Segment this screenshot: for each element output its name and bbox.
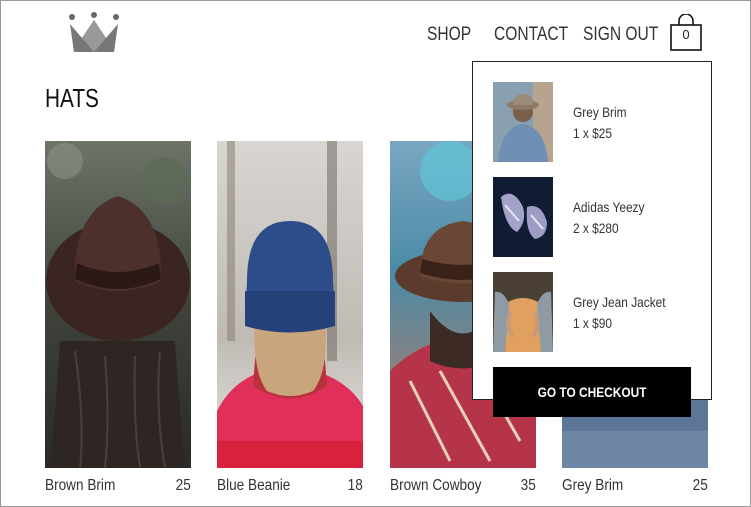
product-name: Blue Beanie (217, 477, 291, 494)
page-title: HATS (45, 83, 99, 113)
product-price: 18 (347, 477, 363, 494)
cart-item-name: Grey Brim (573, 104, 627, 120)
product-name: Grey Brim (562, 477, 624, 494)
checkout-button-label: GO TO CHECKOUT (537, 384, 647, 400)
cart-item-image (493, 177, 553, 257)
nav-contact-link[interactable]: CONTACT (494, 24, 568, 46)
cart-count-badge: 0 (682, 27, 690, 42)
product-price: 35 (520, 477, 536, 494)
product-name: Brown Brim (45, 477, 116, 494)
product-card[interactable]: Blue Beanie 18 (217, 141, 363, 494)
cart-item-name: Grey Jean Jacket (573, 294, 666, 310)
cart-item-quantity-price: 2 x $280 (573, 220, 619, 236)
crown-icon[interactable] (66, 12, 122, 54)
cart-item-quantity-price: 1 x $90 (573, 315, 613, 331)
product-image[interactable] (45, 141, 191, 468)
go-to-checkout-button[interactable]: GO TO CHECKOUT (493, 367, 691, 417)
product-price: 25 (175, 477, 191, 494)
cart-item: Grey Brim 1 x $25 (493, 82, 693, 162)
product-name: Brown Cowboy (390, 477, 482, 494)
cart-item-quantity-price: 1 x $25 (573, 125, 613, 141)
cart-item-name: Adidas Yeezy (573, 199, 645, 215)
cart-dropdown: Grey Brim 1 x $25 Adidas Yeezy 2 x $280 … (472, 61, 712, 417)
product-image[interactable] (217, 141, 363, 468)
nav-sign-out-link[interactable]: SIGN OUT (583, 24, 658, 46)
cart-item: Grey Jean Jacket 1 x $90 (493, 272, 693, 352)
cart-item: Adidas Yeezy 2 x $280 (493, 177, 693, 257)
cart-item-image (493, 272, 553, 352)
product-price: 25 (692, 477, 708, 494)
cart-item-image (493, 82, 553, 162)
product-card[interactable]: Brown Brim 25 (45, 141, 191, 494)
nav-shop-link[interactable]: SHOP (427, 24, 471, 46)
